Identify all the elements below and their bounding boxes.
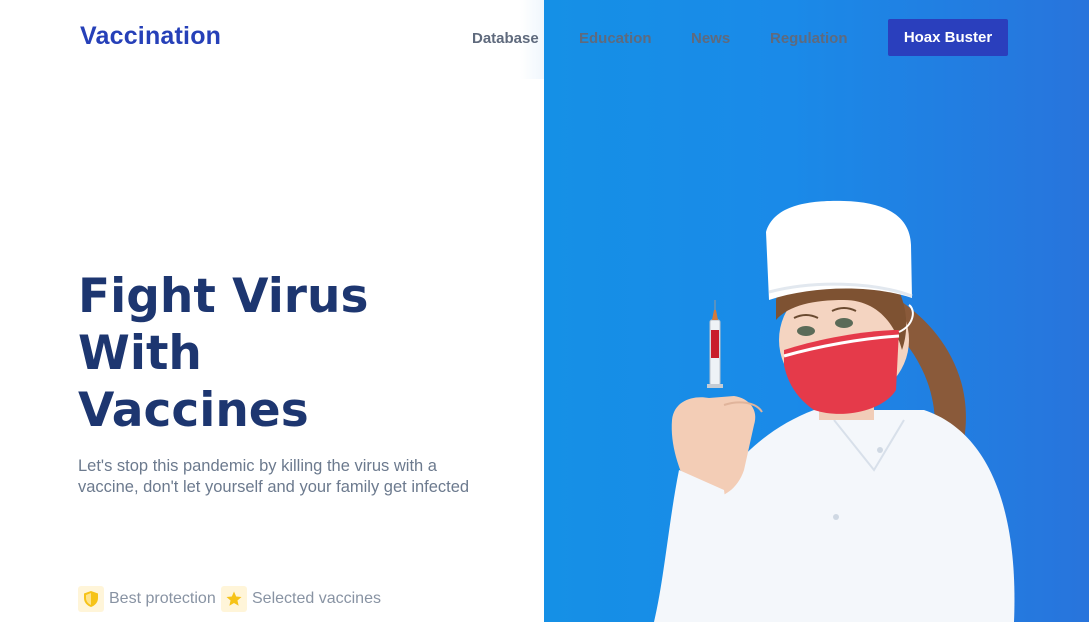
hero-image	[544, 0, 1089, 622]
nav-news[interactable]: News	[691, 30, 730, 47]
brand-logo[interactable]: Vaccination	[80, 22, 221, 51]
hero-title-line: With	[78, 326, 202, 381]
feature-label: Best protection	[109, 590, 216, 607]
hero-title: Fight Virus With Vaccines	[78, 268, 508, 439]
nav-regulation[interactable]: Regulation	[770, 30, 848, 47]
feature-selected-vaccines: Selected vaccines	[221, 586, 381, 612]
hero-title-line: Fight Virus	[78, 269, 369, 324]
nav-education[interactable]: Education	[579, 30, 652, 47]
hero-title-line: Vaccines	[78, 383, 309, 438]
star-icon	[221, 586, 247, 612]
feature-label: Selected vaccines	[252, 590, 381, 607]
hoax-buster-button[interactable]: Hoax Buster	[888, 19, 1008, 56]
hero-subtitle: Let's stop this pandemic by killing the …	[78, 457, 470, 496]
feature-best-protection: Best protection	[78, 586, 216, 612]
nurse-with-syringe-photo	[654, 200, 1015, 622]
shield-icon	[78, 586, 104, 612]
nav-database[interactable]: Database	[472, 30, 539, 47]
